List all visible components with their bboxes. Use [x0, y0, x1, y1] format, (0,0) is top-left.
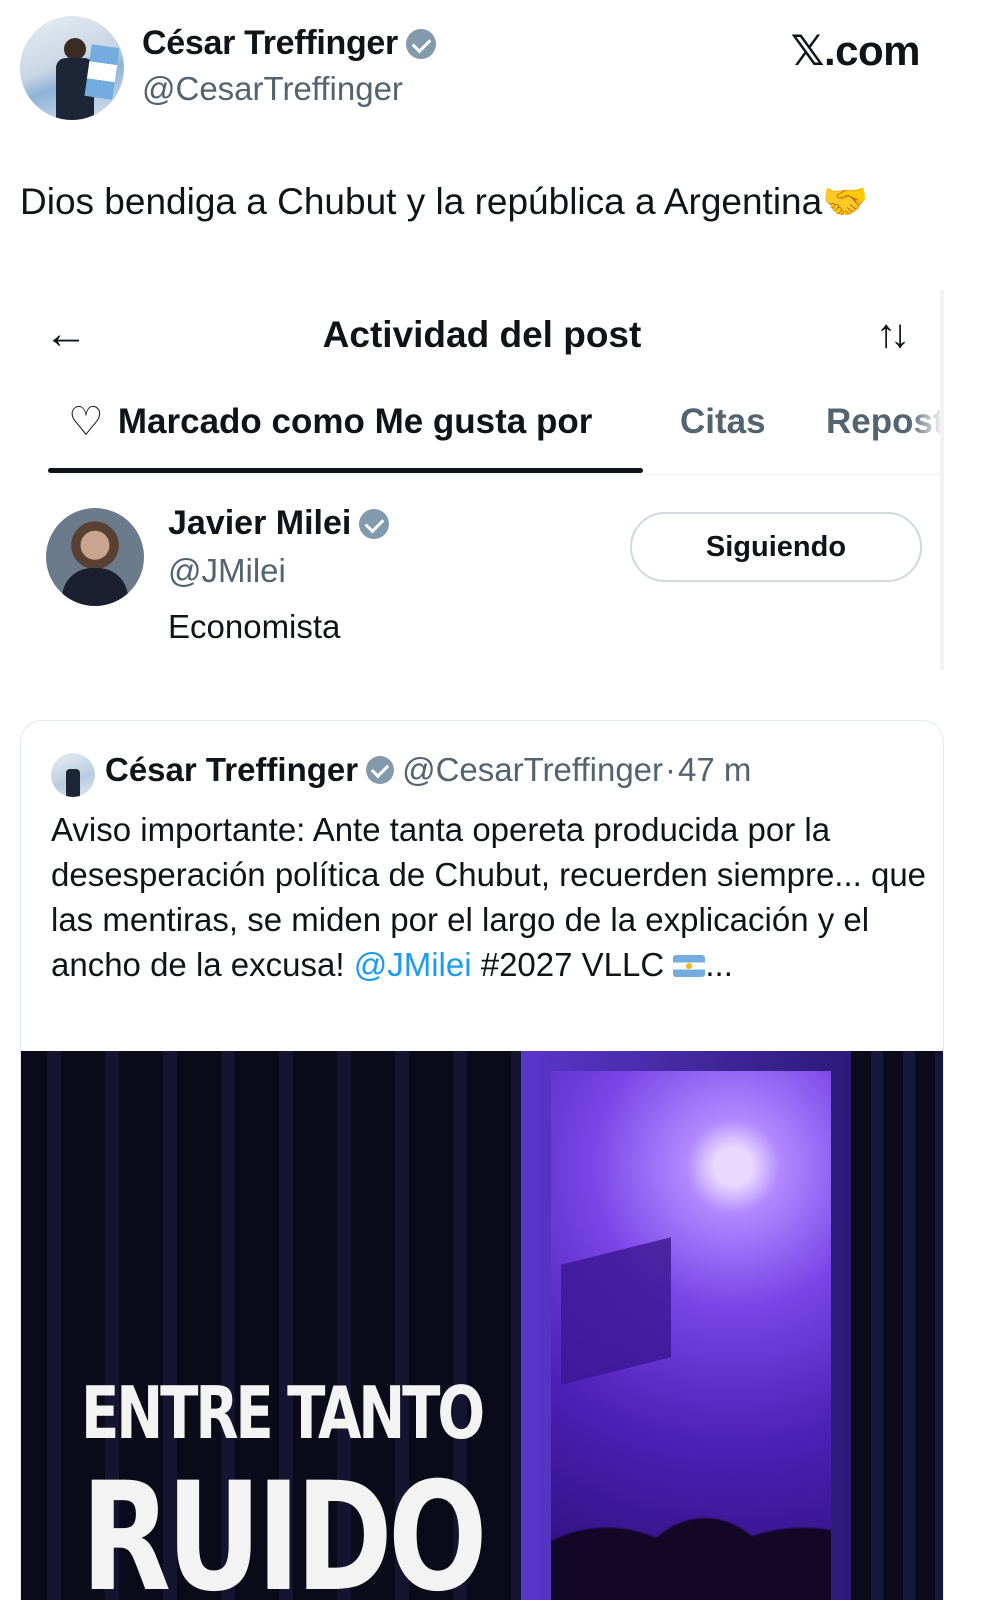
user-handle[interactable]: @JMilei [168, 552, 286, 590]
page-title: Actividad del post [322, 314, 642, 355]
quoted-tweet-card[interactable]: César Treffinger @CesarTreffinger · 47 m A… [20, 720, 944, 1600]
media-title-line2: RUIDO [81, 1451, 488, 1600]
quoted-tweet-text: Aviso importante: Ante tanta opereta pro… [51, 807, 931, 987]
tab-reposts[interactable]: Repost [826, 402, 944, 442]
quoted-author-handle[interactable]: @CesarTreffinger [402, 751, 663, 789]
author-avatar[interactable] [20, 16, 124, 120]
quoted-separator: · [665, 751, 677, 788]
quoted-text-part: #2027 VLLC [471, 946, 674, 983]
verified-badge-icon [405, 28, 436, 59]
verified-badge-icon [366, 756, 395, 784]
media-title-line1: ENTRE TANTO [81, 1371, 485, 1455]
user-name-label: Javier Milei [168, 504, 352, 542]
post-activity-panel: ← Actividad del post ↑↓ ♡ Marcado como M… [20, 290, 944, 670]
user-avatar[interactable] [46, 508, 144, 606]
tweet-text: Dios bendiga a Chubut y la república a A… [20, 181, 869, 222]
author-name-label: César Treffinger [142, 24, 398, 62]
quoted-tweet-header: César Treffinger @CesarTreffinger · 47 m [105, 751, 751, 789]
quoted-author-name[interactable]: César Treffinger [105, 751, 358, 789]
tab-quotes[interactable]: Citas [680, 402, 766, 442]
panel-edge [940, 290, 944, 670]
heart-icon: ♡ [68, 400, 104, 444]
user-bio: Economista [168, 608, 341, 645]
following-button[interactable]: Siguiendo [630, 512, 922, 582]
author-handle[interactable]: @CesarTreffinger [142, 70, 403, 108]
tab-liked-by[interactable]: ♡ Marcado como Me gusta por [68, 402, 592, 442]
x-logo: 𝕏.com [790, 27, 921, 74]
quoted-ellipsis: ... [705, 946, 733, 983]
user-name[interactable]: Javier Milei [168, 504, 390, 543]
quoted-timestamp[interactable]: 47 m [678, 751, 751, 789]
quoted-author-avatar[interactable] [51, 753, 95, 797]
author-name[interactable]: César Treffinger [142, 24, 436, 63]
mention-link[interactable]: @JMilei [354, 946, 472, 983]
quoted-media-image[interactable]: ENTRE TANTO RUIDO [21, 1051, 943, 1600]
sort-arrows-icon[interactable]: ↑↓ [876, 312, 910, 357]
verified-badge-icon [359, 508, 390, 539]
active-tab-indicator [48, 468, 643, 473]
argentina-flag-icon [673, 955, 706, 977]
tabs-divider [48, 474, 944, 475]
tab-liked-by-label: Marcado como Me gusta por [117, 402, 593, 441]
